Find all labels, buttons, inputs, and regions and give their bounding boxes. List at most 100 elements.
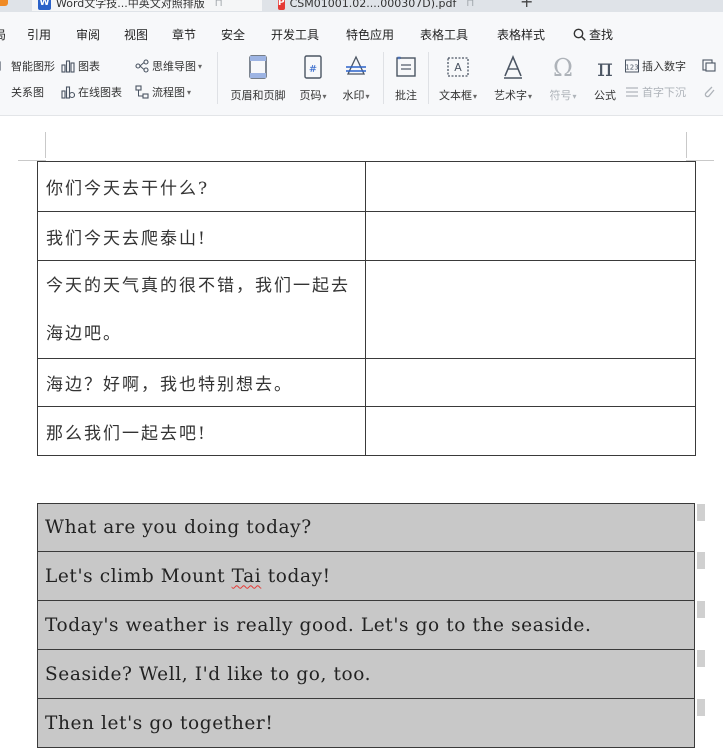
pin-icon[interactable]: ⊓: [215, 0, 223, 9]
english-line: Then let's go together!: [45, 713, 273, 734]
table-row[interactable]: Then let's go together!: [37, 699, 705, 748]
comment-label: 批注: [395, 89, 417, 102]
word-doc-icon: W: [38, 0, 51, 10]
flowchart-label: 流程图: [152, 86, 185, 99]
omega-icon: Ω: [553, 54, 573, 80]
menu-item-review[interactable]: 审阅: [76, 26, 100, 43]
table-row: 那么我们一起去吧!: [37, 406, 696, 456]
menu-item-chapter[interactable]: 章节: [172, 26, 196, 43]
menu-item-developer[interactable]: 开发工具: [271, 26, 319, 43]
menu-item-table-style[interactable]: 表格样式: [497, 26, 545, 43]
textbox-button[interactable]: A 文本框▾: [435, 54, 481, 103]
flowchart-button[interactable]: 流程图 ▾: [135, 84, 191, 100]
row-resize-handle[interactable]: [697, 552, 705, 569]
tab-pdf-document[interactable]: P CSM01001.02....000307D).pdf ⊓: [274, 0, 474, 11]
symbol-button[interactable]: Ω 符号▾: [546, 54, 580, 103]
table-cell[interactable]: [365, 260, 696, 359]
tab-word-document[interactable]: W Word文字技...中英文对照排版 ⊓: [32, 0, 262, 11]
insert-number-button[interactable]: 123 插入数字: [625, 58, 686, 74]
mind-map-label: 思维导图: [152, 60, 196, 73]
toolbar-separator: [383, 52, 384, 104]
english-line: Seaside? Well, I'd like to go, too.: [45, 664, 371, 685]
page-number-label: 页码: [299, 89, 322, 102]
object-button-partial[interactable]: [702, 58, 719, 72]
chevron-down-icon: ▾: [187, 87, 192, 97]
pi-icon: π: [597, 54, 613, 80]
wordart-button[interactable]: 艺术字▾: [490, 54, 536, 103]
page-number-button[interactable]: # 页码▾: [296, 54, 330, 103]
document-tab-bar: W Word文字技...中英文对照排版 ⊓ P CSM01001.02....0…: [0, 0, 723, 12]
drop-cap-button[interactable]: 首字下沉: [625, 84, 686, 100]
chart-button[interactable]: 图表: [61, 58, 100, 74]
online-chart-button[interactable]: 在线图表: [61, 84, 122, 100]
chevron-down-icon: ▾: [572, 92, 577, 101]
row-resize-handle[interactable]: [697, 650, 705, 667]
page-margin-mark: [686, 132, 687, 158]
chevron-down-icon: ▾: [472, 92, 477, 101]
document-canvas[interactable]: 你们今天去干什么? 我们今天去爬泰山! 今天的天气真的很不错，我们一起去海边吧。…: [0, 117, 723, 751]
english-text: today!: [261, 565, 331, 587]
app-menu-tab[interactable]: [0, 0, 8, 6]
drop-cap-icon: [626, 87, 638, 97]
smart-art-icon: [0, 61, 1, 71]
table-cell[interactable]: 今天的天气真的很不错，我们一起去海边吧。: [37, 260, 366, 359]
watermark-icon: [346, 55, 366, 75]
table-row: 海边？好啊，我也特别想去。: [37, 358, 696, 407]
wps-writer-window: W Word文字技...中英文对照排版 ⊓ P CSM01001.02....0…: [0, 0, 723, 751]
table-cell[interactable]: [365, 161, 696, 212]
formula-label: 公式: [594, 89, 616, 102]
textbox-icon: A: [447, 57, 469, 77]
menu-item-partial[interactable]: 局: [0, 26, 6, 43]
table-cell[interactable]: 我们今天去爬泰山!: [37, 211, 366, 261]
table-cell[interactable]: [365, 406, 696, 456]
attachment-button-partial[interactable]: [702, 84, 719, 98]
menu-item-security[interactable]: 安全: [221, 26, 245, 43]
watermark-button[interactable]: 水印▾: [339, 54, 373, 103]
menu-item-table-tools[interactable]: 表格工具: [420, 26, 468, 43]
pdf-doc-icon: P: [278, 0, 285, 10]
table-row[interactable]: Today's weather is really good. Let's go…: [37, 601, 705, 650]
search-button[interactable]: 查找: [573, 26, 613, 43]
svg-text:A: A: [454, 61, 462, 74]
insert-toolbar: 智能图形 关系图 图表 在线图表 思维导图 ▾ 流程图 ▾ 页眉和页脚 # 页码…: [0, 44, 723, 116]
row-resize-handle[interactable]: [697, 504, 705, 521]
table-cell[interactable]: 海边？好啊，我也特别想去。: [37, 358, 366, 407]
menu-item-features[interactable]: 特色应用: [346, 26, 394, 43]
symbol-label: 符号: [549, 89, 572, 102]
row-resize-handle[interactable]: [697, 601, 705, 618]
svg-text:Ω: Ω: [553, 54, 573, 80]
new-tab-button[interactable]: +: [520, 0, 533, 11]
table-cell[interactable]: [365, 211, 696, 261]
pin-icon[interactable]: ⊓: [466, 0, 474, 9]
mind-map-icon: [135, 59, 149, 73]
menu-item-references[interactable]: 引用: [27, 26, 51, 43]
toolbar-separator: [217, 52, 218, 104]
relation-map-icon: [0, 85, 8, 99]
english-line: Today's weather is really good. Let's go…: [45, 615, 591, 636]
row-resize-handle[interactable]: [697, 699, 705, 716]
spellcheck-flagged-word[interactable]: Tai: [232, 566, 262, 587]
table-cell[interactable]: 你们今天去干什么?: [37, 161, 366, 212]
wordart-icon: [504, 54, 522, 79]
table-cell[interactable]: 那么我们一起去吧!: [37, 406, 366, 456]
english-text: Seaside? Well, I'd like to go, too.: [45, 663, 372, 685]
menu-item-view[interactable]: 视图: [124, 26, 148, 43]
insert-number-label: 插入数字: [642, 60, 686, 73]
table-cell[interactable]: [365, 358, 696, 407]
chevron-down-icon: ▾: [527, 92, 532, 101]
formula-button[interactable]: π 公式: [590, 54, 620, 103]
relation-map-button[interactable]: 关系图: [0, 84, 44, 100]
comment-button[interactable]: * 批注: [390, 54, 422, 103]
smart-art-button[interactable]: 智能图形: [0, 58, 55, 74]
svg-text:123: 123: [625, 64, 638, 72]
mind-map-button[interactable]: 思维导图 ▾: [135, 58, 202, 74]
watermark-label: 水印: [342, 89, 365, 102]
english-text: Today's weather is really good. Let's go…: [45, 614, 592, 636]
chevron-down-icon: ▾: [322, 92, 327, 101]
table-row[interactable]: Seaside? Well, I'd like to go, too.: [37, 650, 705, 699]
table-row[interactable]: Let's climb Mount Tai today!: [37, 552, 705, 601]
header-footer-button[interactable]: 页眉和页脚: [228, 54, 288, 103]
english-line: What are you doing today?: [45, 517, 312, 538]
chart-label: 图表: [78, 60, 100, 73]
table-row[interactable]: What are you doing today?: [37, 503, 705, 552]
